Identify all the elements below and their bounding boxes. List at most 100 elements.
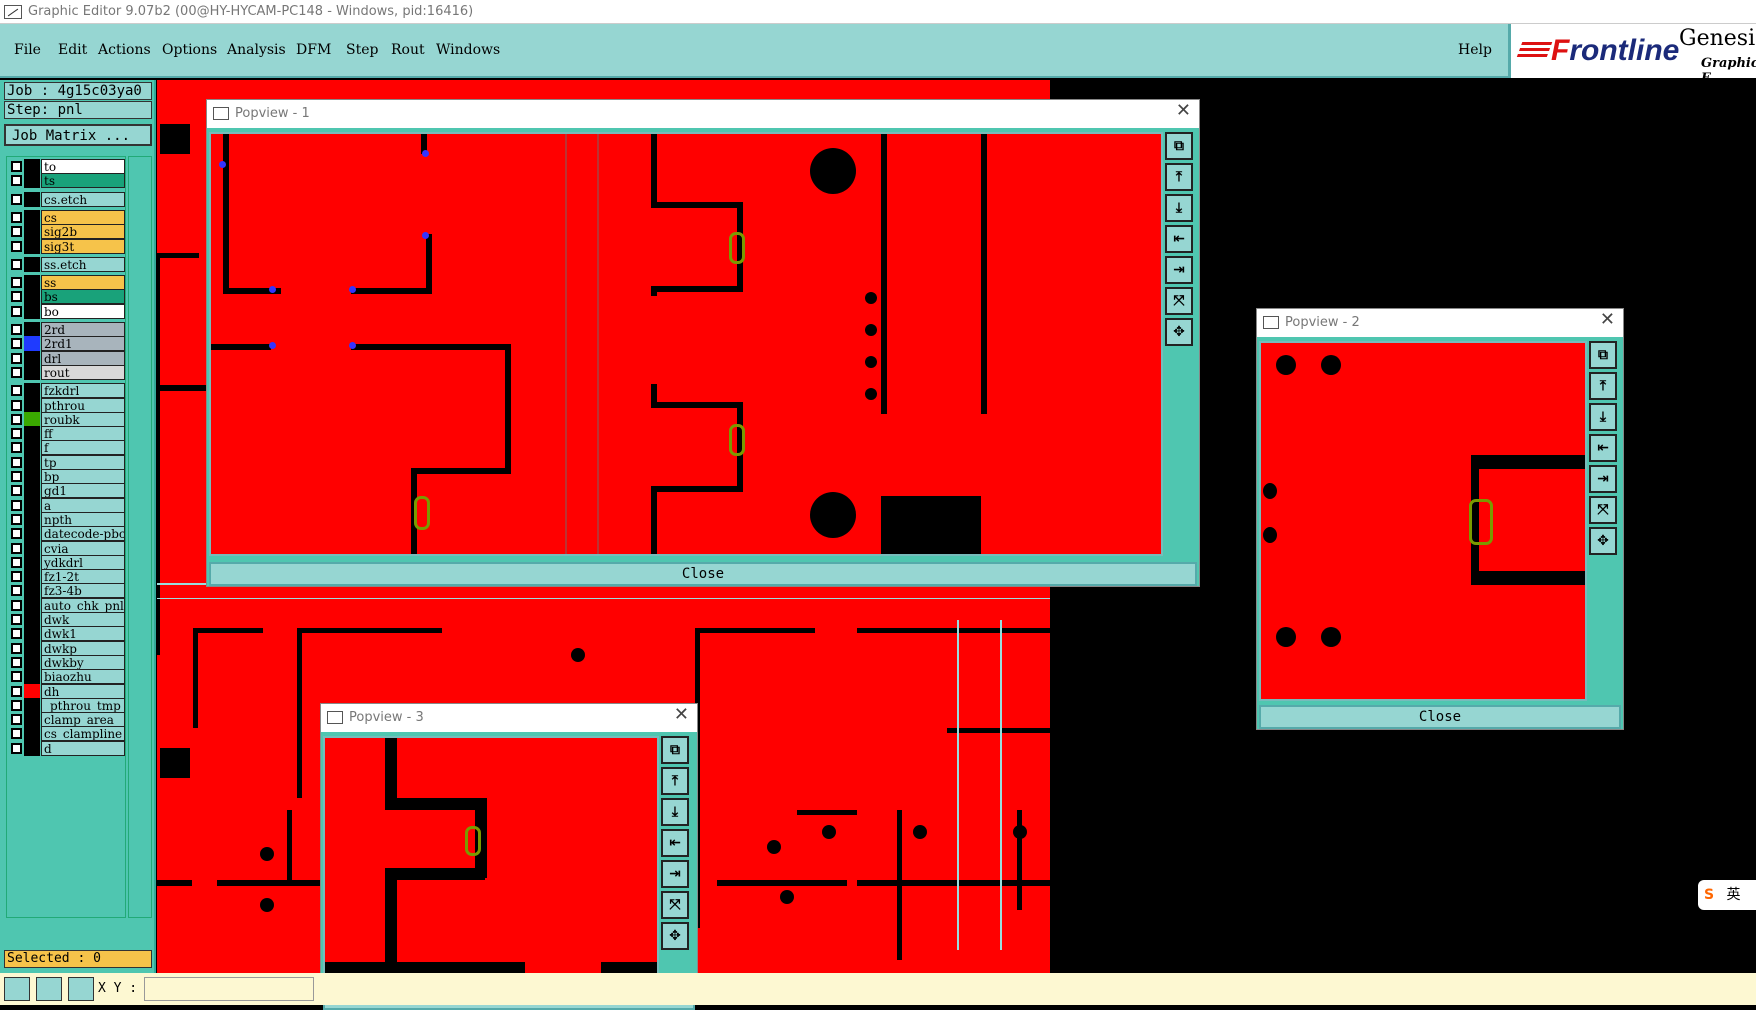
layer-row[interactable]: bs [7,289,125,305]
zoom-window-icon[interactable]: ⧉ [1165,132,1193,160]
pan-left-icon[interactable]: ⇤ [1589,434,1617,462]
close-icon[interactable]: ✕ [1176,100,1191,121]
layer-row[interactable]: ts [7,173,125,189]
layer-name[interactable]: pthrou [41,397,125,413]
popview-3-view[interactable] [323,736,659,980]
zoom-in-icon[interactable]: ⤧ [661,891,689,919]
zoom-window-icon[interactable]: ⧉ [661,736,689,764]
layer-row[interactable]: sig3t [7,238,125,254]
layer-name[interactable]: cvia [41,540,125,556]
pan-left-icon[interactable]: ⇤ [1165,225,1193,253]
layer-checkbox[interactable] [11,599,22,611]
pan-up-icon[interactable]: ⤒ [1589,372,1617,400]
layer-checkbox[interactable] [11,642,22,654]
zoom-in-icon[interactable]: ⤧ [1589,496,1617,524]
menu-dfm[interactable]: DFM [296,42,331,58]
layer-name[interactable]: biaozhu [41,669,125,685]
layer-name[interactable]: ss.etch [41,256,125,272]
layer-row[interactable]: to [7,159,125,174]
layer-checkbox[interactable] [11,499,22,511]
layer-checkbox[interactable] [11,571,22,583]
zoom-in-icon[interactable]: ⤧ [1165,287,1193,315]
layer-row[interactable]: bp [7,469,125,484]
layer-checkbox[interactable] [11,291,22,303]
zoom-window-icon[interactable]: ⧉ [1589,341,1617,369]
layer-name[interactable]: cs [41,209,125,225]
layer-checkbox[interactable] [11,277,22,289]
layer-checkbox[interactable] [11,628,22,640]
layer-checkbox[interactable] [11,685,22,697]
layer-name[interactable]: bp [41,469,125,484]
layer-row[interactable]: rout [7,364,125,380]
layer-name[interactable]: bs [41,289,125,305]
layer-checkbox[interactable] [11,699,22,711]
layer-row[interactable]: clamp_area [7,712,125,728]
menu-windows[interactable]: Windows [436,42,500,58]
layer-row[interactable]: ydkdrl [7,554,125,570]
layer-row[interactable]: dwk1 [7,626,125,642]
layer-name[interactable]: roubk [41,411,125,427]
layer-row[interactable]: fz3-4b [7,583,125,599]
layer-row[interactable]: cvia [7,540,125,556]
layer-name[interactable]: _pthrou_tmp [41,697,125,713]
pan-down-icon[interactable]: ⤓ [661,798,689,826]
layer-row[interactable]: sig2b [7,224,125,240]
xy-input[interactable] [144,977,314,1001]
layer-row[interactable]: cs_clampline [7,726,125,742]
pan-left-icon[interactable]: ⇤ [661,829,689,857]
layer-row[interactable]: ff [7,426,125,442]
layer-name[interactable]: dwk1 [41,626,125,642]
layer-row[interactable]: tp [7,454,125,470]
pan-up-icon[interactable]: ⤒ [661,767,689,795]
layer-name[interactable]: gd1 [41,483,125,499]
menu-rout[interactable]: Rout [391,42,425,58]
layer-name[interactable]: ss [41,275,125,291]
layer-row[interactable]: _pthrou_tmp [7,697,125,713]
layer-name[interactable]: cs.etch [41,191,125,207]
layer-name[interactable]: dwkp [41,640,125,656]
layer-row[interactable]: auto_chk_pnl [7,597,125,613]
layer-checkbox[interactable] [11,471,22,482]
job-matrix-button[interactable]: Job Matrix ... [4,124,152,146]
zoom-out-icon[interactable]: ✥ [1589,527,1617,555]
menu-edit[interactable]: Edit [58,42,87,58]
layer-row[interactable]: bo [7,303,125,319]
layer-name[interactable]: auto_chk_pnl [41,597,125,613]
layer-checkbox[interactable] [11,428,22,440]
popview-1-view[interactable] [209,132,1163,556]
layer-checkbox[interactable] [11,385,22,397]
layer-name[interactable]: fz1-2t [41,569,125,585]
menu-analysis[interactable]: Analysis [227,42,286,58]
layer-checkbox[interactable] [11,226,22,238]
menu-help[interactable]: Help [1458,42,1492,58]
layer-checkbox[interactable] [11,324,22,335]
layer-name[interactable]: sig2b [41,224,125,240]
layer-checkbox[interactable] [11,714,22,726]
layer-name[interactable]: fz3-4b [41,583,125,599]
layer-row[interactable]: fzkdrl [7,383,125,399]
pan-down-icon[interactable]: ⤓ [1589,403,1617,431]
grid-tool-icon[interactable] [68,977,94,1001]
layer-row[interactable]: f [7,440,125,456]
layer-checkbox[interactable] [11,671,22,683]
layer-checkbox[interactable] [11,193,22,205]
menu-actions[interactable]: Actions [98,42,151,58]
layer-row[interactable]: biaozhu [7,669,125,685]
layer-name[interactable]: d [41,740,125,756]
layer-row[interactable]: roubk [7,411,125,427]
pan-down-icon[interactable]: ⤓ [1165,194,1193,222]
layer-checkbox[interactable] [11,585,22,597]
layer-row[interactable]: cs [7,209,125,225]
layer-row[interactable]: drl [7,350,125,366]
layer-checkbox[interactable] [11,456,22,468]
layer-row[interactable]: npth [7,511,125,527]
close-icon[interactable]: ✕ [1600,309,1615,330]
layer-row[interactable]: 2rd1 [7,336,125,352]
layer-row[interactable]: a [7,497,125,513]
layer-row[interactable]: datecode-pbc [7,526,125,542]
layer-checkbox[interactable] [11,413,22,425]
select-tool-icon[interactable] [4,977,30,1001]
layer-checkbox[interactable] [11,656,22,668]
layer-name[interactable]: ts [41,173,125,189]
zoom-out-icon[interactable]: ✥ [1165,318,1193,346]
